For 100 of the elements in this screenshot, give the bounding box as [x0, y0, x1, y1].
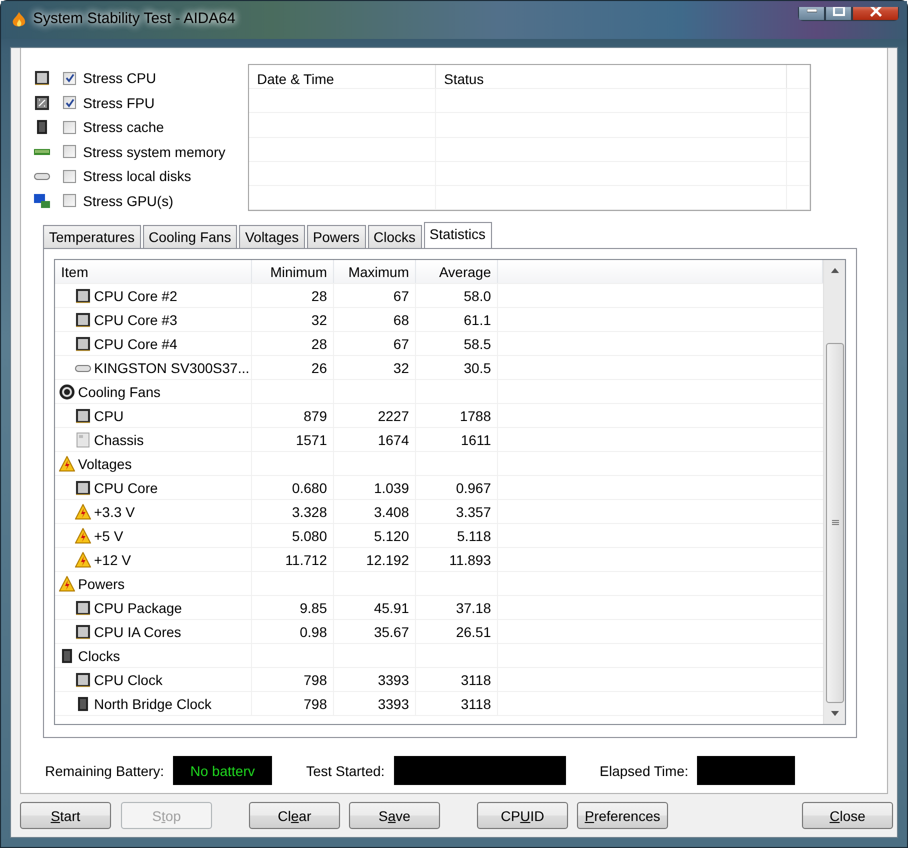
flame-icon	[11, 11, 27, 29]
chip-icon	[75, 288, 91, 304]
chip-icon	[75, 600, 91, 616]
table-cell: 30.5	[416, 356, 498, 379]
table-cell: 61.1	[416, 308, 498, 331]
table-cell: 3118	[416, 668, 498, 691]
checkbox[interactable]	[63, 96, 76, 110]
checkbox[interactable]	[63, 145, 76, 158]
column-header[interactable]: Date & Time	[249, 65, 436, 88]
warning-icon	[75, 552, 91, 568]
checkbox-label: Stress GPU(s)	[83, 192, 174, 209]
chip-icon	[34, 70, 50, 86]
monitor-icon	[34, 192, 50, 209]
table-cell: 32	[334, 356, 416, 379]
item-label: +12 V	[94, 552, 131, 568]
table-cell: 798	[252, 668, 334, 691]
table-cell: 0.98	[252, 620, 334, 643]
group-label: Cooling Fans	[78, 384, 160, 400]
scrollbar-track[interactable]	[823, 260, 845, 724]
column-header[interactable]: Minimum	[252, 260, 334, 283]
chip-icon	[75, 624, 91, 640]
item-label: CPU Core #2	[94, 288, 178, 304]
maximize-button[interactable]	[825, 7, 852, 21]
table-cell: 3.408	[334, 500, 416, 523]
dialog-button[interactable]: Save	[349, 802, 440, 829]
table-cell: 3.328	[252, 500, 334, 523]
checkbox-label: Stress CPU	[83, 70, 156, 86]
table-cell: 11.712	[252, 548, 334, 571]
tab[interactable]: Statistics	[424, 222, 492, 249]
scrollbar-thumb[interactable]	[826, 342, 844, 704]
checkbox-label: Stress local disks	[83, 168, 192, 184]
item-label: CPU Core	[94, 480, 158, 496]
chip-icon	[75, 312, 91, 328]
maximize-icon	[832, 7, 844, 16]
item-label: KINGSTON SV300S37...	[94, 360, 250, 376]
up-arrow-icon	[830, 268, 838, 273]
table-cell: 5.080	[252, 524, 334, 547]
table-cell: 1611	[416, 428, 498, 451]
table-cell: 28	[252, 332, 334, 355]
table-cell: 0.680	[252, 476, 334, 499]
test-started-label: Test Started:	[306, 762, 385, 778]
tab[interactable]: Clocks	[368, 225, 422, 249]
checkbox[interactable]	[63, 120, 76, 134]
tab[interactable]: Temperatures	[43, 225, 141, 249]
minimize-icon	[806, 9, 816, 13]
table-cell: 3393	[334, 692, 416, 715]
checkbox[interactable]	[63, 72, 76, 85]
down-arrow-icon	[830, 711, 838, 716]
table-cell: 26	[252, 356, 334, 379]
item-label: Chassis	[94, 432, 144, 448]
column-header[interactable]: Status	[436, 65, 787, 88]
dialog-button[interactable]: Clear	[249, 802, 340, 829]
table-cell: 11.893	[416, 548, 498, 571]
chip-icon	[75, 696, 91, 712]
dialog-button[interactable]: Preferences	[577, 802, 668, 829]
table-cell: 1.039	[334, 476, 416, 499]
item-label: CPU Core #3	[94, 312, 178, 328]
chip-icon	[34, 119, 50, 136]
close-icon	[868, 7, 882, 17]
tab[interactable]: Cooling Fans	[142, 225, 238, 249]
close-button[interactable]	[852, 7, 899, 21]
dialog-button[interactable]: Start	[20, 802, 111, 829]
group-label: Clocks	[78, 648, 120, 664]
table-cell: 26.51	[416, 620, 498, 643]
item-label: CPU Core #4	[94, 336, 178, 352]
case-icon	[75, 432, 91, 448]
table-cell: 58.0	[416, 284, 498, 307]
table-cell: 68	[334, 308, 416, 331]
table-cell: 3118	[416, 692, 498, 715]
table-cell: 58.5	[416, 332, 498, 355]
table-cell: 879	[252, 404, 334, 427]
chip-icon	[59, 648, 75, 664]
table-cell: 3.357	[416, 500, 498, 523]
table-cell: 67	[334, 332, 416, 355]
table-cell: 0.967	[416, 476, 498, 499]
checkbox[interactable]	[63, 170, 76, 183]
tab[interactable]: Powers	[306, 225, 366, 249]
table-cell: 67	[334, 284, 416, 307]
column-header[interactable]: Item	[55, 260, 252, 283]
chip-icon	[75, 480, 91, 496]
tab[interactable]: Voltages	[239, 225, 305, 249]
warning-icon	[59, 456, 75, 472]
table-cell: 5.118	[416, 524, 498, 547]
table-cell: 2227	[334, 404, 416, 427]
item-label: North Bridge Clock	[94, 696, 212, 712]
item-label: +5 V	[94, 528, 124, 544]
dialog-button[interactable]: Close	[802, 802, 893, 829]
table-cell: 1674	[334, 428, 416, 451]
column-header[interactable]: Average	[416, 260, 498, 283]
item-label: +3.3 V	[94, 504, 135, 520]
checkbox[interactable]	[63, 194, 76, 208]
minimize-button[interactable]	[798, 7, 825, 21]
dialog-button[interactable]: CPUID	[477, 802, 568, 829]
checkbox-label: Stress cache	[83, 119, 164, 136]
column-header[interactable]: Maximum	[334, 260, 416, 283]
window-title: System Stability Test - AIDA64	[33, 9, 236, 27]
checkbox-label: Stress system memory	[83, 144, 226, 160]
elapsed-time-label: Elapsed Time:	[600, 762, 688, 778]
item-label: CPU	[94, 408, 124, 424]
table-cell: 1788	[416, 404, 498, 427]
